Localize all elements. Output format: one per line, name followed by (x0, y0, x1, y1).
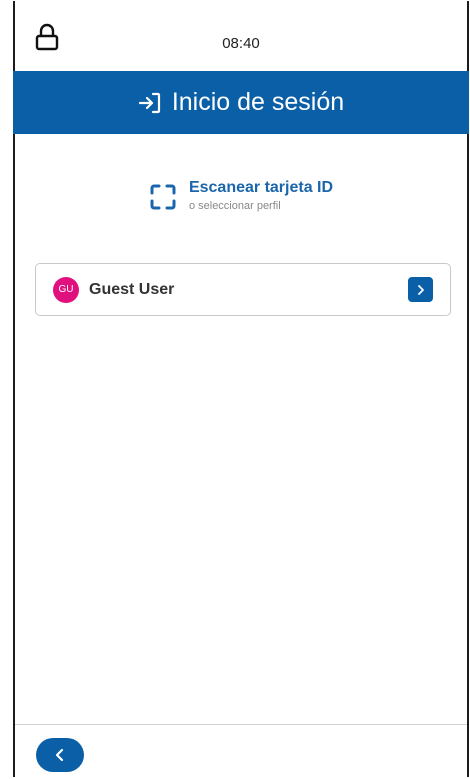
scan-frame-icon (150, 184, 176, 210)
scan-title[interactable]: Escanear tarjeta ID (189, 179, 333, 197)
clock: 08:40 (222, 35, 260, 52)
back-button[interactable] (36, 738, 84, 772)
status-bar: 08:40 (15, 1, 467, 71)
chevron-left-icon (55, 748, 64, 762)
page-title: Inicio de sesión (171, 88, 345, 116)
scan-id-card[interactable]: Escanear tarjeta ID o seleccionar perfil (15, 179, 467, 212)
footer-divider (15, 724, 467, 725)
select-profile-button[interactable] (408, 277, 433, 302)
profile-item-guest[interactable]: GU Guest User (35, 263, 451, 316)
login-arrow-icon (138, 92, 160, 113)
app-screen: 08:40 Inicio de sesión Escanear tarjeta … (13, 1, 469, 777)
page-header: Inicio de sesión (13, 71, 469, 134)
chevron-right-icon (417, 284, 424, 295)
scan-subtitle: o seleccionar perfil (188, 200, 281, 212)
profile-name: Guest User (89, 280, 175, 298)
avatar: GU (53, 276, 79, 303)
